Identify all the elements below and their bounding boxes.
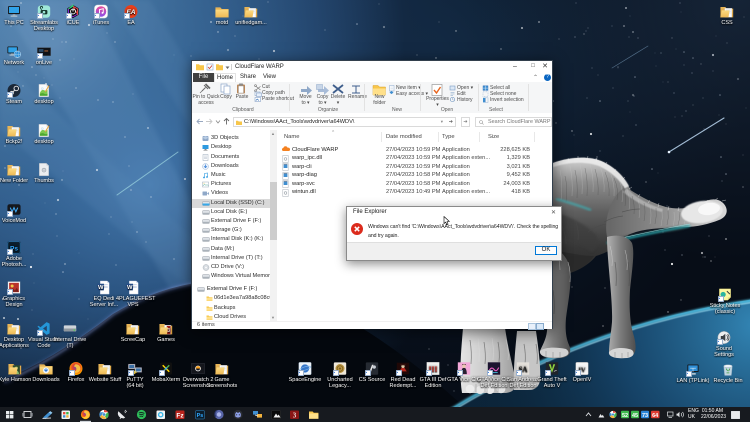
svg-text:52: 52 (622, 413, 628, 419)
svg-text:64: 64 (652, 413, 659, 419)
svg-text:Fz: Fz (176, 412, 184, 419)
svg-text:3: 3 (293, 412, 297, 420)
svg-text:Ps: Ps (197, 413, 204, 419)
svg-text:73: 73 (642, 413, 648, 419)
svg-text:45: 45 (632, 413, 638, 419)
